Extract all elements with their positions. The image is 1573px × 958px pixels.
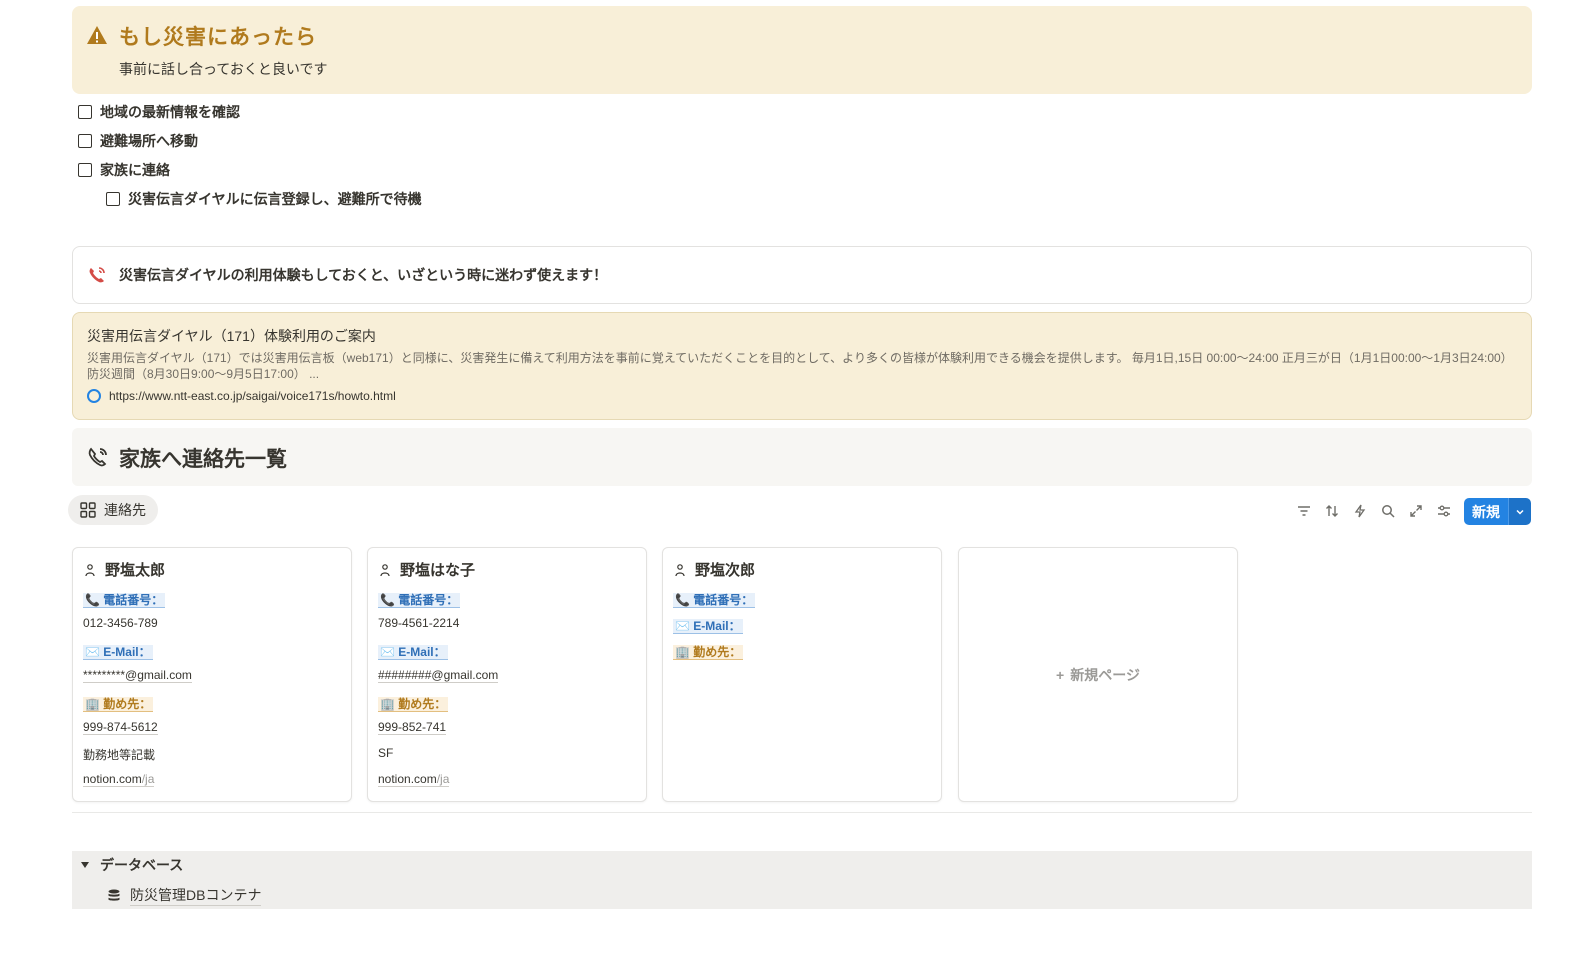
callout-subtitle: 事前に話し合っておくと良いです xyxy=(119,61,328,77)
todo-label: 災害伝言ダイヤルに伝言登録し、避難所で待機 xyxy=(128,191,422,207)
todo-label: 地域の最新情報を確認 xyxy=(100,104,240,120)
link[interactable]: notion.com/ja xyxy=(378,772,450,787)
lightning-icon[interactable] xyxy=(1350,499,1370,523)
filter-icon[interactable] xyxy=(1294,499,1314,523)
phone-label[interactable]: 📞 電話番号： xyxy=(83,593,166,608)
person-icon xyxy=(380,563,390,576)
phone-value: 012-3456-789 xyxy=(83,616,158,630)
contact-card[interactable]: 野塩はな子 📞 電話番号： 789-4561-2214 ✉️ E-Mail： #… xyxy=(367,547,647,802)
database-toggle-block xyxy=(72,851,1532,909)
work-phone-value[interactable]: 999-852-741 xyxy=(378,720,447,735)
work-note: SF xyxy=(378,746,394,760)
phone-label[interactable]: 📞 電話番号： xyxy=(673,593,756,608)
work-label[interactable]: 🏢 勤め先： xyxy=(83,697,154,712)
todo-item[interactable]: 家族に連絡 xyxy=(78,159,170,181)
triangle-down-icon[interactable] xyxy=(80,860,90,870)
toggle-header[interactable]: データベース xyxy=(80,855,183,875)
email-label[interactable]: ✉️ E-Mail： xyxy=(83,645,153,660)
checkbox[interactable] xyxy=(106,192,120,206)
email-label[interactable]: ✉️ E-Mail： xyxy=(673,619,743,634)
work-phone-value[interactable]: 999-874-5612 xyxy=(83,720,158,735)
settings-sliders-icon[interactable] xyxy=(1434,499,1454,523)
favicon-icon xyxy=(87,389,101,403)
card-title: 野塩はな子 xyxy=(400,562,476,579)
email-value[interactable]: *********@gmail.com xyxy=(83,668,192,683)
bookmark-description: 災害用伝言ダイヤル（171）では災害用伝言板（web171）と同様に、災害発生に… xyxy=(87,351,1513,381)
new-button-group: 新規 xyxy=(1464,498,1531,525)
callout-title: もし災害にあったら xyxy=(119,26,317,49)
view-tab-contacts[interactable]: 連絡先 xyxy=(68,495,158,525)
warning-icon xyxy=(87,26,107,44)
database-icon xyxy=(108,889,120,901)
checkbox[interactable] xyxy=(78,105,92,119)
gallery-icon xyxy=(80,502,96,518)
todo-item[interactable]: 地域の最新情報を確認 xyxy=(78,101,240,123)
todo-label: 家族に連絡 xyxy=(100,162,170,178)
work-label[interactable]: 🏢 勤め先： xyxy=(673,645,744,660)
sort-icon[interactable] xyxy=(1322,499,1342,523)
phone-icon xyxy=(88,447,107,467)
divider xyxy=(72,812,1532,813)
email-label[interactable]: ✉️ E-Mail： xyxy=(378,645,448,660)
bookmark-title[interactable]: 災害用伝言ダイヤル（171）体験利用のご案内 xyxy=(87,326,376,346)
checkbox[interactable] xyxy=(78,134,92,148)
work-label[interactable]: 🏢 勤め先： xyxy=(378,697,449,712)
checkbox[interactable] xyxy=(78,163,92,177)
expand-icon[interactable] xyxy=(1406,499,1426,523)
new-button[interactable]: 新規 xyxy=(1464,498,1508,525)
link[interactable]: notion.com/ja xyxy=(83,772,155,787)
database-link-label: 防災管理DBコンテナ xyxy=(130,885,262,906)
tip-text: 災害伝言ダイヤルの利用体験もしておくと、いざという時に迷わず使えます！ xyxy=(119,267,608,283)
view-tab-label: 連絡先 xyxy=(104,502,146,518)
card-title: 野塩太郎 xyxy=(105,562,166,579)
database-toolbar xyxy=(1294,499,1454,523)
person-icon xyxy=(85,563,95,576)
todo-item[interactable]: 避難場所へ移動 xyxy=(78,130,198,152)
work-note: 勤務地等記載 xyxy=(83,748,156,762)
phone-label[interactable]: 📞 電話番号： xyxy=(378,593,461,608)
card-title: 野塩次郎 xyxy=(695,562,756,579)
database-link[interactable]: 防災管理DBコンテナ xyxy=(106,885,262,906)
toggle-label: データベース xyxy=(100,857,184,873)
phone-icon xyxy=(89,267,105,283)
contact-card[interactable]: 野塩太郎 📞 電話番号： 012-3456-789 ✉️ E-Mail： ***… xyxy=(72,547,352,802)
phone-value: 789-4561-2214 xyxy=(378,616,460,630)
todo-label: 避難場所へ移動 xyxy=(100,133,198,149)
person-icon xyxy=(675,563,685,576)
search-icon[interactable] xyxy=(1378,499,1398,523)
bookmark-url[interactable]: https://www.ntt-east.co.jp/saigai/voice1… xyxy=(109,389,396,403)
todo-item[interactable]: 災害伝言ダイヤルに伝言登録し、避難所で待機 xyxy=(106,188,422,210)
section-title: 家族へ連絡先一覧 xyxy=(119,448,287,471)
plus-icon: + xyxy=(1056,666,1065,683)
new-dropdown-button[interactable] xyxy=(1508,498,1531,525)
new-page-label: 新規ページ xyxy=(1070,666,1140,683)
email-value[interactable]: ########@gmail.com xyxy=(378,668,499,683)
new-page-card[interactable]: + 新規ページ xyxy=(958,547,1238,802)
section-heading-block xyxy=(72,428,1532,486)
chevron-down-icon xyxy=(1516,509,1524,515)
contact-card[interactable]: 野塩次郎 📞 電話番号： ✉️ E-Mail： 🏢 勤め先： xyxy=(662,547,942,802)
